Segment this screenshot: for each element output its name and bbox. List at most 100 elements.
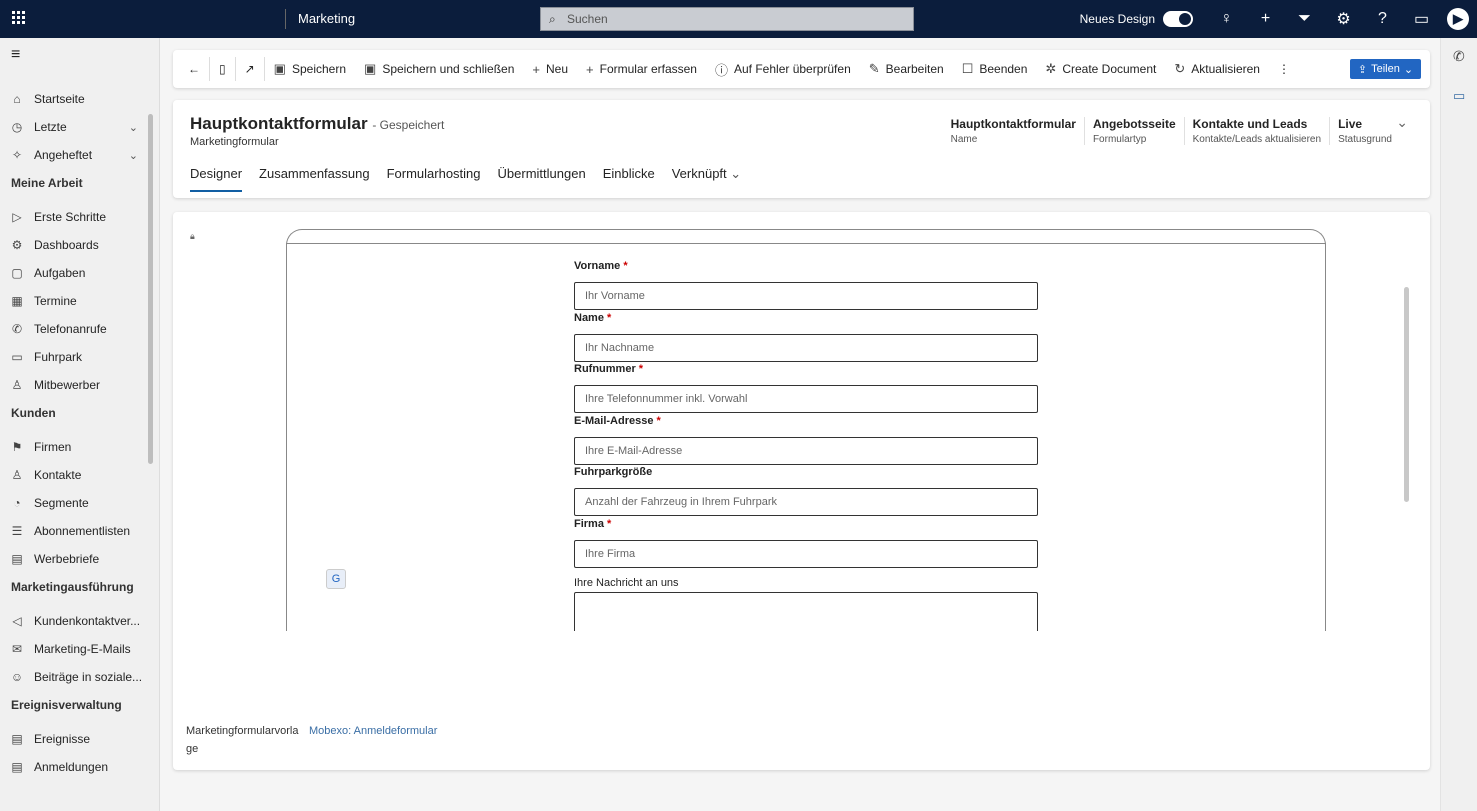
sidebar-item-label: Mitbewerber (34, 378, 101, 392)
plus-icon[interactable]: + (1246, 10, 1285, 28)
home-icon: ⌂ (13, 92, 21, 106)
save-button[interactable]: ▣ Speichern (265, 50, 355, 88)
designer-panel: 🔒︎ Vorname * Ihr Vorname Name * Ihr Nachnam… (173, 212, 1430, 770)
chevron-down-icon[interactable]: ⌄ (129, 121, 138, 134)
expand-header-icon[interactable]: ⌄ (1396, 114, 1408, 131)
sidebar-item-label: Termine (34, 294, 77, 308)
tab-submissions[interactable]: Übermittlungen (498, 166, 586, 192)
back-button[interactable]: ← (179, 50, 209, 88)
sidebar-item-dashboards[interactable]: ⚙ Dashboards (0, 232, 150, 258)
sidebar-item-erste-schritte[interactable]: ▷ Erste Schritte (0, 204, 150, 230)
sidebar-item-label: Firmen (34, 440, 72, 454)
clock-icon: ◷ (11, 120, 23, 134)
sidebar-item-marketing-e-mails[interactable]: ✉ Marketing-E-Mails (0, 636, 150, 662)
required-marker: * (638, 363, 644, 375)
required-marker: * (607, 311, 612, 324)
popout-icon: ↗ (244, 62, 255, 76)
more-button[interactable]: ⋮ (1269, 50, 1299, 88)
translate-icon[interactable]: G (326, 569, 346, 589)
new-design-toggle[interactable] (1163, 11, 1193, 27)
calendar-icon: ▦ (11, 294, 23, 308)
filter-icon[interactable]: ⏷ (1285, 10, 1324, 28)
tab-related[interactable]: Verknüpft ⌄ (672, 166, 741, 192)
designer-scrollbar[interactable] (1404, 287, 1409, 502)
share-icon: ⇪ (1357, 63, 1368, 76)
share-button[interactable]: ⇪ Teilen ⌄ (1350, 59, 1421, 79)
sidebar-item-anmeldungen[interactable]: ▤ Anmeldungen (0, 754, 150, 780)
capture-form-button[interactable]: + Formular erfassen (577, 50, 706, 88)
pencil-icon: ✎ (868, 61, 880, 76)
new-button[interactable]: + Neu (523, 50, 577, 88)
form-input[interactable]: Anzahl der Fahrzeug in Ihrem Fuhrpark (574, 488, 1038, 516)
field-label: Fuhrparkgröße (574, 466, 652, 478)
form-input[interactable]: Ihr Vorname (574, 282, 1038, 310)
open-new-window-button[interactable]: ↗ (236, 50, 264, 88)
document-icon: ▯ (219, 62, 226, 76)
plus-icon: + (532, 61, 540, 77)
lock-icon: 🔒︎ (190, 231, 195, 241)
sidebar-item-aufgaben[interactable]: ▢ Aufgaben (0, 260, 150, 286)
sidebar-item-startseite[interactable]: ⌂ Startseite (0, 86, 150, 112)
help-icon[interactable]: ? (1363, 10, 1402, 28)
form-input[interactable]: Ihre E-Mail-Adresse (574, 436, 1038, 465)
field-label: Name * (574, 312, 611, 324)
square-icon: ☐ (961, 61, 974, 76)
lightbulb-icon[interactable]: ♀ (1207, 10, 1246, 28)
phone-icon[interactable]: ✆ (1453, 48, 1465, 65)
sidebar-item-firmen[interactable]: ⚑ Firmen (0, 434, 150, 460)
sidebar-item-termine[interactable]: ▦ Termine (0, 288, 150, 314)
field-label-text: Vorname (574, 260, 621, 272)
field-value: Angebotsseite (1092, 117, 1176, 131)
sidebar-item-abonnementlisten[interactable]: ☰ Abonnementlisten (0, 518, 150, 544)
sidebar-item-fuhrpark[interactable]: ▭ Fuhrpark (0, 344, 150, 370)
refresh-button[interactable]: ↻ Aktualisieren (1165, 50, 1269, 88)
sidebar-item-label: Kontakte (34, 468, 82, 482)
template-link[interactable]: Mobexo: Anmeldeformular (309, 722, 437, 740)
sidebar-item-label: Angeheftet (34, 148, 93, 162)
sidebar-item-ereignisse[interactable]: ▤ Ereignisse (0, 726, 150, 752)
check-errors-button[interactable]: ⓘ Auf Fehler überprüfen (706, 50, 860, 88)
chevron-down-icon[interactable]: ⌄ (129, 149, 138, 162)
chat-icon[interactable]: ▭ (1453, 88, 1465, 104)
record-set-button[interactable]: ▯ (210, 50, 235, 88)
tab-summary[interactable]: Zusammenfassung (259, 166, 370, 192)
field-label-text: Name (574, 311, 604, 324)
create-document-button[interactable]: ✲ Create Document (1036, 50, 1165, 88)
new-label: Neu (546, 62, 569, 76)
sidebar-item-beitr-ge-in-soziale[interactable]: ☺ Beiträge in soziale... (0, 664, 150, 690)
tab-insights[interactable]: Einblicke (603, 166, 655, 192)
sidebar-item-kontakte[interactable]: ♙ Kontakte (0, 462, 150, 488)
header-fields: Hauptkontaktformular Name Angebotsseite Fo… (943, 117, 1400, 145)
sidebar-item-werbebriefe[interactable]: ▤ Werbebriefe (0, 546, 150, 572)
edit-button[interactable]: ✎ Bearbeiten (860, 50, 953, 88)
save-close-button[interactable]: ▣ Speichern und schließen (355, 50, 523, 88)
form-input[interactable]: Ihr Nachname (574, 333, 1038, 362)
sidebar-item-mitbewerber[interactable]: ♙ Mitbewerber (0, 372, 150, 398)
form-input[interactable]: Ihre Firma (574, 539, 1038, 568)
sidebar-item-label: Segmente (34, 496, 89, 510)
chat-icon[interactable]: ▭ (1402, 9, 1441, 29)
gear-icon[interactable]: ⚙ (1324, 9, 1363, 29)
journey-icon: ◁ (12, 614, 22, 628)
tab-designer[interactable]: Designer (190, 166, 243, 192)
sidebar-item-telefonanrufe[interactable]: ✆ Telefonanrufe (0, 316, 150, 342)
search-input[interactable]: ⌕ Suchen (540, 7, 914, 31)
save-status: - Gespeichert (372, 118, 445, 132)
app-name[interactable]: Marketing (285, 9, 355, 29)
sidebar-item-kundenkontaktver[interactable]: ◁ Kundenkontaktver... (0, 608, 150, 634)
form-input[interactable]: Ihre Telefonnummer inkl. Vorwahl (574, 385, 1038, 413)
dashboard-icon: ⚙ (11, 238, 23, 252)
sidebar-item-angeheftet[interactable]: ✧ Angeheftet ⌄ (0, 142, 150, 168)
sidebar-item-letzte[interactable]: ◷ Letzte ⌄ (0, 114, 150, 140)
avatar[interactable]: ▶ (1447, 8, 1469, 30)
field-label-text: Firma (574, 517, 604, 530)
sidebar-scrollbar[interactable] (148, 114, 153, 464)
hamburger-icon[interactable]: ≡ (11, 46, 20, 64)
required-marker: * (623, 260, 628, 272)
tab-form-hosting[interactable]: Formularhosting (387, 166, 481, 192)
header-field-name: Hauptkontaktformular Name (943, 117, 1084, 145)
app-launcher-icon[interactable] (12, 11, 26, 25)
message-textarea[interactable] (574, 592, 1038, 631)
stop-button[interactable]: ☐ Beenden (953, 50, 1037, 88)
sidebar-item-segmente[interactable]: ◔ Segmente (0, 490, 150, 516)
